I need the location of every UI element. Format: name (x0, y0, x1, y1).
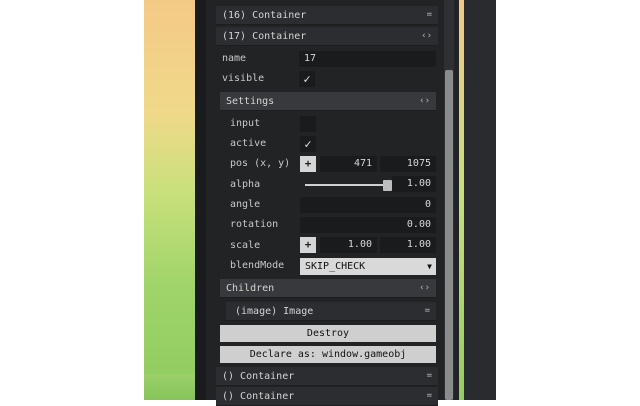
folder-toggle-icon[interactable]: ‹› (419, 279, 430, 298)
destroy-button[interactable]: Destroy (220, 325, 436, 342)
game-canvas-left (144, 0, 195, 400)
folder-title: (17) Container (222, 31, 307, 42)
folder-toggle-icon[interactable]: ‹› (419, 92, 430, 111)
folder-children[interactable]: Children ‹› (220, 279, 436, 298)
folder-container-16[interactable]: (16) Container = (216, 6, 438, 25)
folder-container[interactable]: () Container = (216, 387, 438, 406)
pos-label: pos (x, y) (230, 158, 291, 169)
folder-title: Settings (226, 96, 275, 107)
crosshair-move-icon[interactable]: + (300, 156, 316, 172)
visible-checkbox[interactable]: ✓ (299, 71, 315, 87)
check-icon: ✓ (304, 137, 312, 151)
scrollbar[interactable] (444, 0, 454, 400)
pos-y-input[interactable]: 1075 (380, 156, 436, 172)
folder-title: () Container (222, 371, 295, 382)
rotation-input[interactable]: 0.00 (300, 217, 436, 233)
game-canvas-right (459, 0, 496, 400)
input-checkbox[interactable] (300, 116, 316, 132)
active-checkbox[interactable]: ✓ (300, 136, 316, 152)
folder-container-17[interactable]: (17) Container ‹› (216, 27, 438, 46)
name-label: name (222, 53, 247, 64)
folder-title: () Container (222, 391, 295, 402)
folder-toggle-icon[interactable]: = (425, 302, 430, 321)
rotation-label: rotation (230, 219, 279, 230)
input-label: input (230, 118, 261, 129)
blendmode-value: SKIP_CHECK (305, 261, 366, 272)
blendmode-label: blendMode (230, 260, 285, 271)
crosshair-move-icon[interactable]: + (300, 237, 316, 253)
pos-x-input[interactable]: 471 (320, 156, 377, 172)
chevron-down-icon: ▼ (427, 262, 432, 271)
scale-label: scale (230, 240, 261, 251)
folder-title: (image) Image (235, 306, 314, 317)
folder-toggle-icon[interactable]: = (427, 387, 432, 406)
visible-label: visible (222, 73, 265, 84)
folder-title: Children (226, 283, 275, 294)
declare-button[interactable]: Declare as: window.gameobj (220, 346, 436, 363)
folder-image[interactable]: (image) Image = (226, 302, 436, 321)
game-ground (144, 374, 195, 400)
active-label: active (230, 138, 267, 149)
alpha-label: alpha (230, 179, 261, 190)
folder-toggle-icon[interactable]: ‹› (421, 27, 432, 46)
folder-toggle-icon[interactable]: = (427, 367, 432, 386)
panel-edge (195, 0, 206, 400)
name-input[interactable]: 17 (299, 51, 436, 67)
game-canvas-strip (459, 0, 464, 400)
folder-title: (16) Container (222, 10, 307, 21)
angle-label: angle (230, 199, 261, 210)
folder-container[interactable]: () Container = (216, 367, 438, 386)
angle-input[interactable]: 0 (300, 197, 436, 213)
blendmode-select[interactable]: SKIP_CHECK ▼ (300, 258, 436, 275)
check-icon: ✓ (303, 72, 311, 86)
scroll-thumb[interactable] (445, 70, 453, 400)
folder-settings[interactable]: Settings ‹› (220, 92, 436, 111)
alpha-input[interactable]: 1.00 (392, 176, 436, 192)
scale-x-input[interactable]: 1.00 (320, 237, 377, 253)
folder-toggle-icon[interactable]: = (427, 6, 432, 25)
alpha-slider-knob[interactable] (383, 180, 392, 191)
alpha-slider-track[interactable] (305, 184, 387, 186)
scale-y-input[interactable]: 1.00 (380, 237, 436, 253)
